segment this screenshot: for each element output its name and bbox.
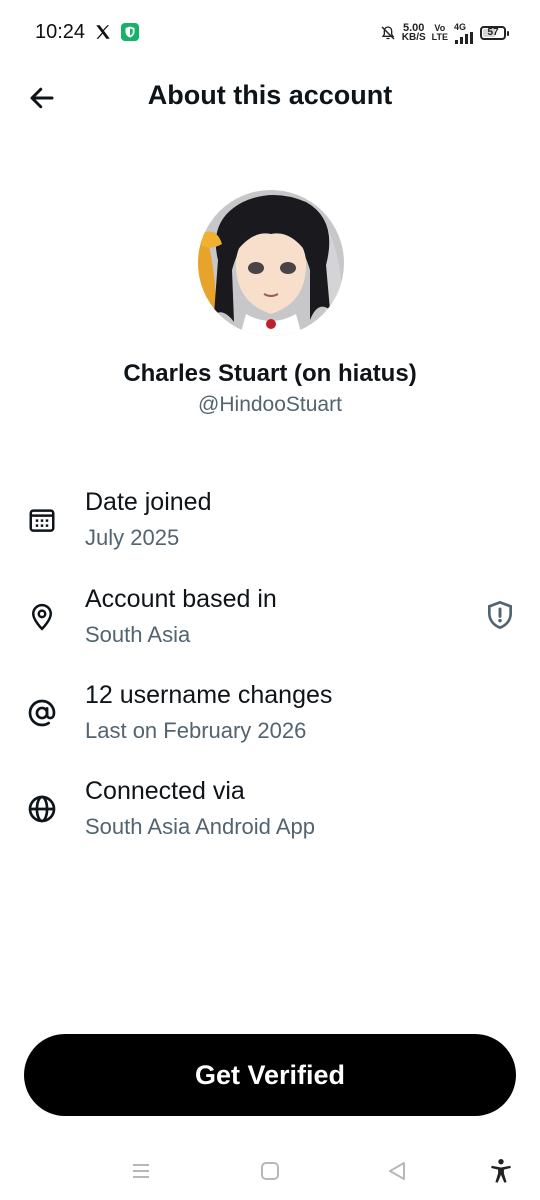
home-square-icon	[261, 1162, 279, 1180]
location-pin-icon	[24, 599, 60, 635]
shield-alert-button[interactable]	[482, 597, 518, 633]
recent-apps-button[interactable]	[124, 1154, 158, 1188]
info-title: Account based in	[85, 585, 277, 613]
globe-icon	[24, 791, 60, 827]
battery-icon: 57	[480, 26, 509, 40]
info-title: 12 username changes	[85, 681, 333, 709]
at-sign-icon	[24, 695, 60, 731]
muted-bell-icon	[381, 26, 395, 40]
info-subtitle: July 2025	[85, 525, 180, 550]
x-app-icon	[96, 25, 110, 39]
home-button[interactable]	[253, 1154, 287, 1188]
accessibility-button[interactable]	[484, 1154, 518, 1188]
network-type: 4G	[454, 21, 474, 44]
calendar-icon	[24, 502, 60, 538]
info-title: Date joined	[85, 488, 212, 516]
info-item-account-based-in: Account based in South Asia	[0, 585, 540, 665]
info-item-username-changes: 12 username changes Last on February 202…	[0, 681, 540, 761]
info-subtitle: Last on February 2026	[85, 718, 307, 743]
volte-bottom: LTE	[431, 32, 448, 42]
info-title: Connected via	[85, 777, 245, 805]
profile-handle: @HindooStuart	[198, 393, 342, 416]
volte-indicator: Vo LTE	[432, 24, 448, 42]
network-type-label: 4G	[454, 21, 467, 32]
get-verified-button[interactable]: Get Verified	[24, 1034, 516, 1116]
back-triangle-icon	[389, 1162, 405, 1180]
system-nav-bar	[0, 1140, 540, 1200]
display-name: Charles Stuart (on hiatus)	[123, 360, 417, 387]
status-bar: 10:24 5.00 KB/S Vo LTE 4G 57	[0, 0, 540, 64]
vpn-shield-icon	[121, 23, 139, 41]
page-title: About this account	[147, 80, 393, 110]
page-header: About this account	[0, 64, 540, 128]
network-speed-unit: KB/S	[401, 32, 426, 43]
accessibility-icon	[491, 1158, 511, 1183]
menu-icon	[133, 1164, 149, 1178]
info-item-connected-via: Connected via South Asia Android App	[0, 777, 540, 857]
battery-level: 57	[487, 27, 499, 38]
info-subtitle: South Asia Android App	[85, 814, 315, 839]
signal-icon	[455, 31, 473, 44]
shield-alert-icon	[488, 600, 512, 630]
avatar	[198, 190, 344, 336]
back-nav-button[interactable]	[380, 1154, 414, 1188]
network-speed: 5.00 KB/S	[401, 23, 426, 43]
info-subtitle: South Asia	[85, 622, 191, 647]
status-time: 10:24	[35, 21, 86, 43]
info-item-date-joined: Date joined July 2025	[0, 488, 540, 568]
